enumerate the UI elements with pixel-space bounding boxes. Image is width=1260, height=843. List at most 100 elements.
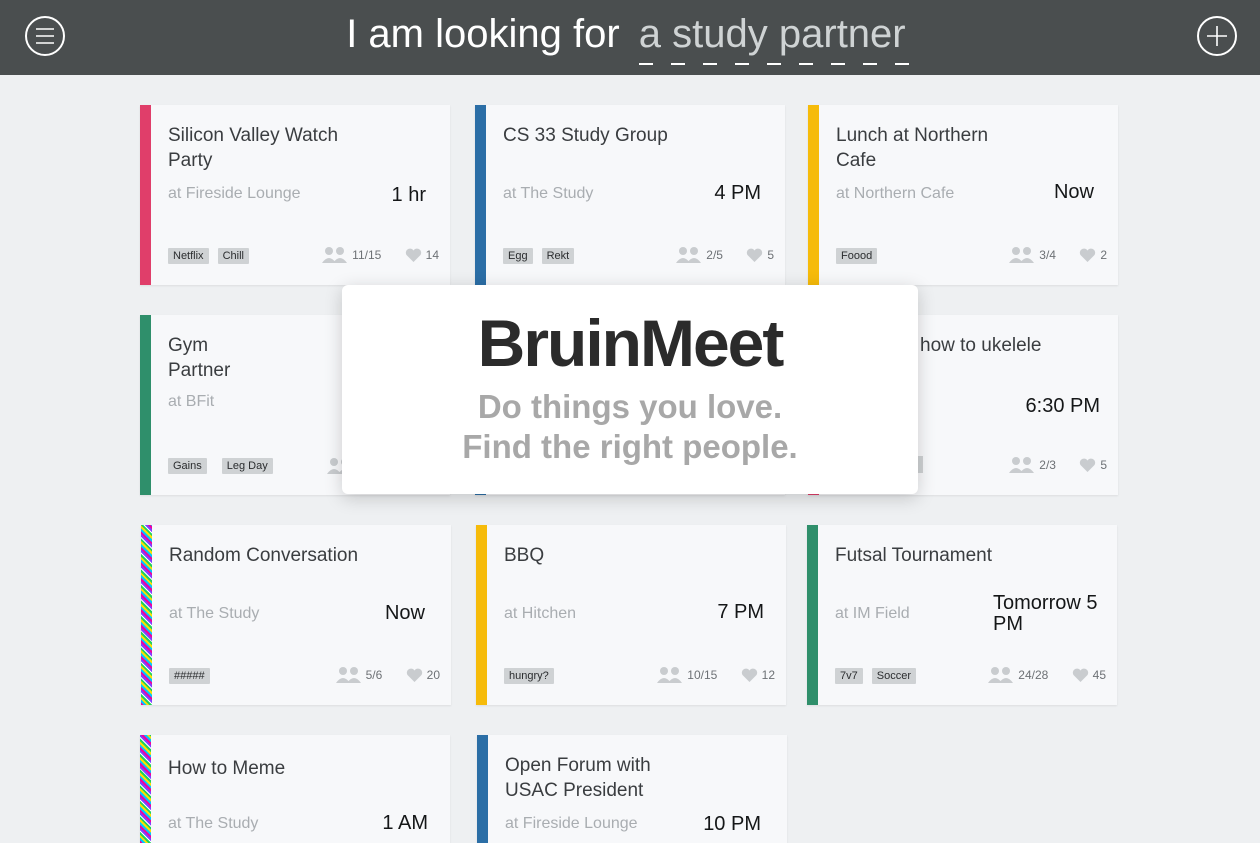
tag[interactable]: 7v7 [835, 668, 863, 684]
attendance-count: 24/28 [1018, 668, 1049, 682]
event-location: at The Study [168, 815, 259, 832]
event-location: at IM Field [835, 605, 910, 622]
heart-icon[interactable] [741, 668, 758, 683]
event-stats: 10/15 12 [656, 666, 775, 684]
event-card[interactable]: Open Forum with USAC President at Firesi… [477, 735, 787, 843]
tag-list: ##### [169, 666, 219, 684]
category-stripe [476, 525, 487, 705]
event-location: at BFit [168, 393, 215, 410]
event-time: 10 PM [703, 813, 761, 835]
category-stripe [140, 105, 151, 285]
headline: I am looking for [0, 12, 1260, 65]
tag[interactable]: Rekt [541, 248, 575, 264]
attendance-count: 5/6 [365, 668, 383, 682]
event-stats: 2/5 5 [675, 246, 774, 264]
event-location: at The Study [169, 605, 260, 622]
tag[interactable]: hungry? [504, 668, 554, 684]
event-card[interactable]: CS 33 Study Group at The Study 4 PM Egg R… [475, 105, 785, 285]
like-count: 20 [426, 668, 440, 682]
event-location: at Hitchen [504, 605, 577, 622]
event-card[interactable]: Futsal Tournament at IM Field Tomorrow 5… [807, 525, 1117, 705]
event-location: at Northern Cafe [836, 185, 955, 202]
event-card[interactable]: Lunch at Northern Cafe at Northern Cafe … [808, 105, 1118, 285]
tag-list: hungry? [504, 666, 563, 684]
event-location: at Fireside Lounge [168, 185, 301, 202]
attendance-count: 2/5 [706, 248, 723, 262]
tag[interactable]: Egg [503, 248, 533, 264]
tagline-line-1: Do things you love. [477, 388, 783, 425]
event-title: CS 33 Study Group [503, 125, 668, 146]
event-time: Tomorrow 5 PM [993, 592, 1098, 635]
people-icon [1009, 247, 1035, 263]
add-event-button[interactable] [1197, 16, 1237, 56]
heart-icon[interactable] [1079, 458, 1096, 473]
attendance-count: 11/15 [352, 248, 382, 262]
like-count: 2 [1100, 248, 1107, 262]
event-title: how to ukelele [920, 335, 1042, 356]
heart-icon[interactable] [405, 248, 422, 263]
tag[interactable]: ##### [169, 668, 210, 684]
event-title: Gym Partner [168, 335, 231, 381]
tag[interactable]: Soccer [871, 668, 916, 684]
event-time: 6:30 PM [1025, 395, 1100, 417]
event-location: at Fireside Lounge [505, 815, 638, 832]
event-title: Open Forum with USAC President [505, 755, 651, 801]
people-icon [322, 247, 348, 263]
like-count: 14 [425, 248, 439, 262]
heart-icon[interactable] [746, 248, 763, 263]
like-count: 5 [1100, 458, 1107, 472]
people-icon [676, 247, 702, 263]
tagline-line-2: Find the right people. [462, 428, 798, 465]
event-title: Silicon Valley Watch Party [168, 125, 339, 171]
tagline: Do things you love. Find the right peopl… [342, 387, 918, 467]
tag-list: Egg Rekt [503, 246, 583, 264]
tag[interactable] [918, 456, 923, 473]
event-time: Now [1053, 181, 1094, 203]
category-stripe [141, 525, 152, 705]
event-title: Random Conversation [169, 545, 359, 566]
event-title: Futsal Tournament [835, 545, 993, 566]
event-card[interactable]: Silicon Valley Watch Party at Fireside L… [140, 105, 450, 285]
tag[interactable]: Foood [836, 248, 878, 264]
attendance-count: 10/15 [687, 668, 718, 682]
tag[interactable]: Gains [168, 458, 207, 474]
like-count: 5 [767, 248, 774, 262]
event-stats: 3/4 2 [1008, 246, 1107, 264]
category-stripe [475, 105, 486, 285]
event-card[interactable]: How to Meme at The Study 1 AM [140, 735, 450, 843]
event-title: BBQ [504, 545, 545, 566]
event-card[interactable]: Random Conversation at The Study Now ###… [141, 525, 451, 705]
search-input[interactable] [638, 12, 914, 65]
attendance-count: 2/3 [1039, 458, 1056, 472]
heart-icon[interactable] [1072, 668, 1089, 683]
category-stripe [477, 735, 488, 843]
event-time: 1 AM [382, 812, 428, 834]
event-time: 4 PM [714, 182, 761, 204]
event-time: Now [384, 602, 425, 624]
headline-prefix: I am looking for [346, 12, 620, 56]
tag-list: 7v7 Soccer [835, 666, 925, 684]
category-stripe [140, 735, 151, 843]
people-icon [988, 667, 1014, 683]
event-stats: 2/3 5 [1008, 456, 1107, 474]
heart-icon[interactable] [1079, 248, 1096, 263]
like-count: 45 [1092, 668, 1106, 682]
event-stats: 5/6 20 [335, 666, 440, 684]
tag[interactable]: Netflix [168, 248, 209, 264]
heart-icon[interactable] [406, 668, 423, 683]
category-stripe [808, 105, 819, 285]
attendance-count: 3/4 [1039, 248, 1056, 262]
tag-list: Foood [836, 246, 886, 264]
category-stripe [807, 525, 818, 705]
event-card[interactable]: BBQ at Hitchen 7 PM hungry? 10/15 12 [476, 525, 786, 705]
like-count: 12 [761, 668, 775, 682]
top-bar: I am looking for [0, 0, 1260, 75]
category-stripe [140, 315, 151, 495]
tag[interactable]: Chill [217, 248, 249, 264]
tag-list: Netflix Chill [168, 246, 258, 264]
event-time: 7 PM [717, 601, 764, 623]
tag[interactable]: Leg Day [221, 458, 273, 474]
event-title: Lunch at Northern Cafe [836, 125, 989, 171]
tag-list: Gains Leg Day [168, 456, 282, 474]
event-time: 1 hr [391, 184, 426, 206]
